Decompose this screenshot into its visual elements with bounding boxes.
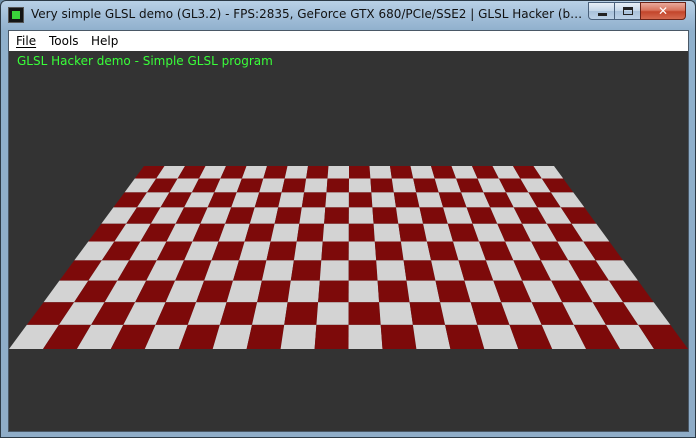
checker-tile — [306, 166, 329, 179]
maximize-icon — [623, 7, 633, 15]
checker-tile — [304, 178, 328, 193]
checker-tile — [348, 178, 372, 193]
checker-tile — [391, 178, 417, 193]
menu-help[interactable]: Help — [91, 33, 118, 49]
checker-tile — [296, 223, 325, 242]
checker-tile — [321, 241, 349, 261]
checker-tile — [348, 207, 374, 224]
checker-tile — [326, 178, 349, 193]
checker-tile — [348, 223, 375, 242]
checker-tile — [274, 207, 302, 224]
checker-tile — [290, 260, 322, 281]
checker-tile — [348, 302, 381, 325]
checker-tile — [398, 223, 427, 242]
close-icon: ✕ — [657, 4, 669, 18]
checkerboard-plane — [9, 166, 688, 349]
checker-tile — [301, 192, 327, 208]
minimize-icon — [598, 13, 607, 16]
checker-tile — [252, 302, 288, 325]
close-button[interactable]: ✕ — [640, 2, 686, 20]
app-icon[interactable] — [8, 7, 24, 23]
checker-tile — [324, 207, 349, 224]
checker-tile — [284, 166, 308, 179]
checker-tile — [322, 223, 349, 242]
checker-tile — [287, 280, 320, 303]
checker-tile — [280, 324, 317, 349]
checker-tile — [266, 241, 297, 261]
checker-tile — [373, 223, 401, 242]
checker-tile — [371, 192, 396, 208]
app-window: Very simple GLSL demo (GL3.2) - FPS:2835… — [0, 0, 696, 438]
checker-tile — [416, 192, 444, 208]
checker-tile — [412, 324, 451, 349]
checker-tile — [396, 207, 424, 224]
checker-tile — [372, 207, 399, 224]
checker-tile — [259, 178, 285, 193]
checker-tile — [270, 223, 300, 242]
client-area: File Tools Help GLSL Hacker demo - Simpl… — [8, 30, 689, 432]
minimize-button[interactable] — [588, 2, 615, 20]
checker-tile — [254, 192, 282, 208]
checker-tile — [348, 260, 378, 281]
checker-tile — [419, 207, 448, 224]
checker-tile — [261, 260, 294, 281]
menu-tools[interactable]: Tools — [49, 33, 79, 49]
checker-tile — [246, 324, 285, 349]
checker-tile — [406, 280, 441, 303]
checker-tile — [348, 280, 380, 303]
checker-tile — [426, 241, 459, 261]
checker-tile — [380, 324, 417, 349]
checker-tile — [263, 166, 288, 179]
checker-tile — [327, 166, 349, 179]
checker-tile — [293, 241, 323, 261]
checker-tile — [348, 192, 373, 208]
checker-tile — [393, 192, 420, 208]
checker-tile — [376, 260, 407, 281]
checker-tile — [284, 302, 319, 325]
checker-tile — [423, 223, 453, 242]
menu-bar: File Tools Help — [9, 31, 688, 51]
checker-tile — [314, 324, 349, 349]
checker-tile — [316, 302, 349, 325]
checker-tile — [410, 166, 435, 179]
checker-tile — [244, 223, 275, 242]
checker-tile — [379, 302, 413, 325]
checker-tile — [249, 207, 279, 224]
render-viewport[interactable]: GLSL Hacker demo - Simple GLSL program — [9, 51, 688, 431]
window-title: Very simple GLSL demo (GL3.2) - FPS:2835… — [31, 7, 587, 21]
checker-tile — [400, 241, 432, 261]
checker-tile — [413, 178, 439, 193]
checker-tile — [409, 302, 446, 325]
checker-tile — [377, 280, 410, 303]
checker-tile — [348, 241, 377, 261]
checker-tile — [374, 241, 404, 261]
checker-tile — [325, 192, 349, 208]
checker-tile — [348, 324, 383, 349]
maximize-button[interactable] — [614, 2, 641, 20]
menu-file[interactable]: File — [16, 33, 36, 49]
checker-tile — [369, 166, 392, 179]
checker-tile — [281, 178, 307, 193]
checker-tile — [318, 280, 349, 303]
checker-tile — [349, 166, 371, 179]
checker-tile — [299, 207, 326, 224]
checker-tile — [403, 260, 436, 281]
checker-tile — [257, 280, 291, 303]
title-bar[interactable]: Very simple GLSL demo (GL3.2) - FPS:2835… — [1, 1, 695, 30]
checker-tile — [278, 192, 305, 208]
checker-tile — [370, 178, 394, 193]
checker-tile — [319, 260, 349, 281]
checker-tile — [390, 166, 414, 179]
